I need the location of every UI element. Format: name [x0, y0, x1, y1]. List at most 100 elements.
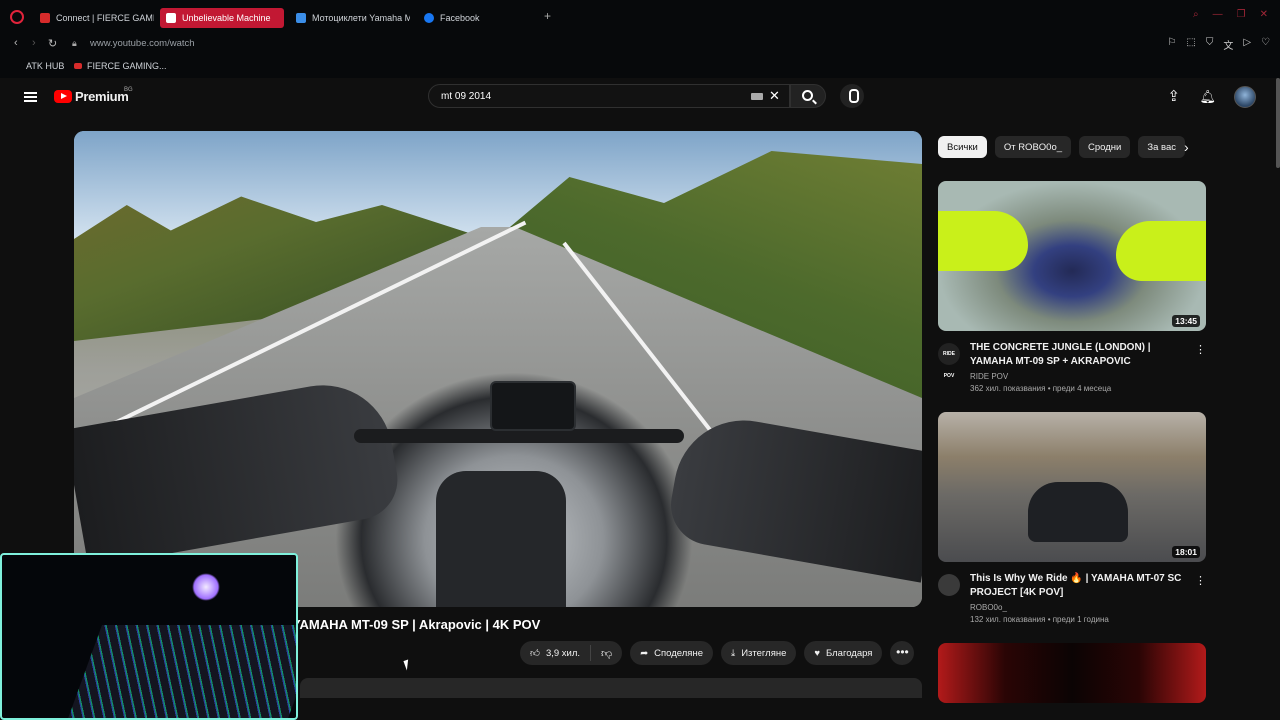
logo-text[interactable]: Premium — [75, 89, 129, 104]
new-tab-button[interactable]: + — [544, 9, 551, 23]
tab-yamaha[interactable]: Мотоциклети Yamaha M — [290, 8, 410, 28]
recommendation-channel[interactable]: RIDE POV — [970, 372, 1190, 381]
tab-label: Facebook — [440, 13, 480, 23]
opera-logo-icon[interactable] — [10, 10, 24, 24]
share-button[interactable]: ➦ Споделяне — [630, 641, 713, 665]
webcam-keyboard — [61, 625, 296, 718]
chip-related[interactable]: Сродни — [1079, 136, 1131, 158]
shield-icon[interactable]: ⛉ — [1206, 37, 1214, 52]
fierce-favicon-icon — [40, 13, 50, 23]
search-button[interactable] — [790, 84, 826, 108]
back-icon[interactable]: ‹ — [14, 37, 18, 49]
bookmark-label: FIERCE GAMING... — [87, 61, 167, 71]
recommendation-channel[interactable]: ROBO0o_ — [970, 603, 1190, 612]
thumbs-up-icon: 👍︎ — [530, 648, 540, 659]
thanks-label: Благодаря — [826, 647, 873, 659]
webcam-light — [192, 573, 220, 601]
tab-label: Unbelievable Machine — [182, 13, 271, 23]
duration-badge: 18:01 — [1172, 546, 1200, 558]
tab-label: Мотоциклети Yamaha M — [312, 13, 410, 23]
thanks-button[interactable]: ♥ Благодаря — [804, 641, 883, 665]
bookmark-fierce-gaming[interactable]: FIERCE GAMING... — [74, 61, 167, 71]
like-count: 3,9 хил. — [545, 647, 581, 659]
bookmark-icon[interactable]: ⚐ — [1167, 37, 1176, 52]
download-label: Изтегляне — [741, 647, 787, 659]
browser-tabbar: Connect | FIERCE GAMING Unbelievable Mac… — [0, 0, 1280, 34]
kebab-menu-icon[interactable]: ⋮ — [1195, 343, 1206, 356]
like-dislike-group: 👍︎ 3,9 хил. 👎︎ — [520, 641, 623, 665]
channel-avatar[interactable]: RIDE POV — [938, 343, 960, 379]
translate-icon[interactable]: 文 — [1223, 37, 1233, 52]
clear-icon[interactable]: ✕ — [769, 88, 780, 104]
duration-badge: 13:45 — [1172, 315, 1200, 327]
recommendation-meta: RIDE POV THE CONCRETE JUNGLE (LONDON) | … — [938, 341, 1206, 393]
chip-all[interactable]: Всички — [938, 136, 987, 158]
description-box[interactable] — [300, 678, 922, 698]
motorcycle-dashboard — [490, 381, 576, 431]
play-icon[interactable]: ▷ — [1243, 37, 1251, 52]
close-window-icon[interactable]: ✕ — [1260, 9, 1268, 20]
site-favicon-icon — [296, 13, 306, 23]
minimize-icon[interactable]: — — [1213, 9, 1223, 20]
recommendation-stats: 362 хил. показвания • преди 4 месеца — [970, 384, 1112, 393]
voice-search-button[interactable] — [840, 84, 864, 108]
chip-from-channel[interactable]: От ROBO0o_ — [994, 136, 1072, 158]
fierce-logo-icon — [74, 63, 82, 69]
video-thumbnail[interactable]: 18:01 — [938, 412, 1206, 562]
url-field[interactable]: www.youtube.com/watch — [90, 38, 195, 49]
handlebar — [354, 429, 684, 443]
snapshot-icon[interactable]: ⬚ — [1186, 37, 1195, 52]
recommendation-title[interactable]: THE CONCRETE JUNGLE (LONDON) | YAMAHA MT… — [970, 341, 1190, 369]
heart-icon[interactable]: ♡ — [1261, 37, 1270, 52]
search-value: mt 09 2014 — [441, 91, 492, 102]
chip-for-you[interactable]: За вас — [1138, 136, 1185, 158]
menu-icon[interactable] — [24, 92, 37, 102]
search-icon — [802, 90, 813, 101]
tab-connect[interactable]: Connect | FIERCE GAMING — [34, 8, 154, 28]
youtube-logo-icon[interactable] — [54, 90, 72, 103]
bookmarks-bar: ATK HUB FIERCE GAMING... — [0, 54, 1280, 78]
fuel-tank — [436, 471, 566, 607]
tab-facebook[interactable]: Facebook — [418, 8, 518, 28]
country-code: BG — [124, 87, 133, 93]
notifications-icon[interactable]: 🔔︎ — [1199, 89, 1216, 105]
recommendation-item[interactable]: 13:45 RIDE POV THE CONCRETE JUNGLE (LOND… — [938, 181, 1206, 393]
tab-unbelievable-machine[interactable]: Unbelievable Machine — [160, 8, 284, 28]
like-button[interactable]: 👍︎ 3,9 хил. — [520, 645, 592, 661]
avatar[interactable] — [1234, 86, 1256, 108]
forward-icon[interactable]: › — [32, 37, 36, 49]
maximize-icon[interactable]: ❐ — [1237, 9, 1246, 20]
upload-icon[interactable] — [1167, 87, 1181, 105]
search-input[interactable]: mt 09 2014 ✕ — [428, 84, 790, 108]
bookmark-atk-hub[interactable]: ATK HUB — [26, 61, 64, 71]
dislike-button[interactable]: 👎︎ — [591, 647, 622, 660]
recommendation-item[interactable]: 18:01 This Is Why We Ride 🔥 | YAMAHA MT-… — [938, 412, 1206, 624]
download-button[interactable]: ⤓ Изтегляне — [720, 641, 797, 665]
kebab-menu-icon[interactable]: ⋮ — [1195, 574, 1206, 587]
webcam-overlay — [0, 553, 298, 720]
header-actions: 🔔︎ — [1167, 86, 1256, 108]
bookmark-label: ATK HUB — [26, 61, 65, 71]
chevron-right-icon[interactable]: › — [1184, 139, 1189, 155]
video-actions: 👍︎ 3,9 хил. 👎︎ ➦ Споделяне ⤓ Изтегляне ♥… — [520, 641, 915, 665]
reload-icon[interactable]: ↻ — [48, 37, 57, 50]
thumbs-down-icon: 👎︎ — [601, 647, 613, 660]
mouse-cursor-icon — [403, 659, 412, 671]
video-thumbnail[interactable] — [938, 643, 1206, 703]
address-bar: ‹ › ↻ 🔒︎ www.youtube.com/watch ⚐ ⬚ ⛉ 文 ▷… — [0, 34, 1280, 54]
keyboard-icon[interactable] — [751, 93, 763, 100]
filter-chips: Всички От ROBO0o_ Сродни За вас — [938, 136, 1185, 158]
more-actions-button[interactable]: ••• — [890, 641, 915, 665]
recommendation-meta: This Is Why We Ride 🔥 | YAMAHA MT-07 SC … — [938, 572, 1206, 624]
video-player[interactable] — [74, 131, 922, 607]
thanks-icon: ♥ — [814, 647, 821, 659]
video-thumbnail[interactable]: 13:45 — [938, 181, 1206, 331]
share-icon: ➦ — [640, 647, 649, 659]
video-title: YAMAHA MT-09 SP | Akrapovic | 4K POV — [292, 617, 541, 632]
channel-avatar[interactable] — [938, 574, 960, 596]
page-scrollbar[interactable] — [1276, 78, 1280, 168]
recommendation-title[interactable]: This Is Why We Ride 🔥 | YAMAHA MT-07 SC … — [970, 572, 1190, 600]
recommendation-item[interactable] — [938, 643, 1206, 703]
recommendation-stats: 132 хил. показвания • преди 1 година — [970, 615, 1109, 624]
search-tabs-icon[interactable]: ⌕ — [1193, 9, 1199, 20]
